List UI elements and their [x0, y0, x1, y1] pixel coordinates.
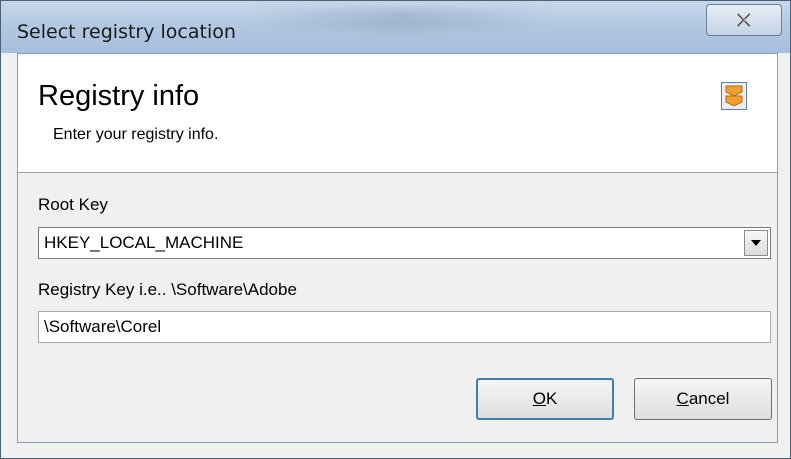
header-title: Registry info — [38, 80, 200, 112]
cancel-button-accelerator: C — [676, 389, 689, 408]
cancel-button[interactable]: Cancel — [634, 378, 772, 420]
root-key-selected-value: HKEY_LOCAL_MACHINE — [44, 233, 244, 252]
registry-key-label: Registry Key i.e.. \Software\Adobe — [38, 280, 297, 299]
registry-key-input[interactable]: \Software\Corel — [38, 311, 771, 343]
title-bar-background — [251, 9, 551, 31]
close-button[interactable] — [706, 4, 782, 36]
ok-button[interactable]: OK — [476, 378, 614, 420]
header-subtitle: Enter your registry info. — [53, 126, 219, 143]
title-bar[interactable]: Select registry location — [1, 1, 790, 53]
ok-button-accelerator: O — [532, 389, 546, 408]
dialog-body: Registry info Enter your registry info. … — [17, 53, 778, 443]
chevron-down-icon — [751, 240, 761, 246]
registry-key-value: \Software\Corel — [44, 317, 162, 336]
root-key-select[interactable]: HKEY_LOCAL_MACHINE — [38, 227, 771, 259]
dropdown-arrow-button[interactable] — [744, 230, 768, 256]
ok-button-label: K — [545, 389, 558, 408]
window-title: Select registry location — [17, 21, 236, 43]
close-x-icon — [737, 13, 752, 27]
cancel-button-label: ancel — [688, 389, 730, 408]
registry-arrows-icon — [721, 82, 747, 110]
dialog-window: Select registry location Registry info E… — [0, 0, 791, 459]
header-panel: Registry info Enter your registry info. — [18, 54, 777, 173]
root-key-label: Root Key — [38, 195, 108, 214]
